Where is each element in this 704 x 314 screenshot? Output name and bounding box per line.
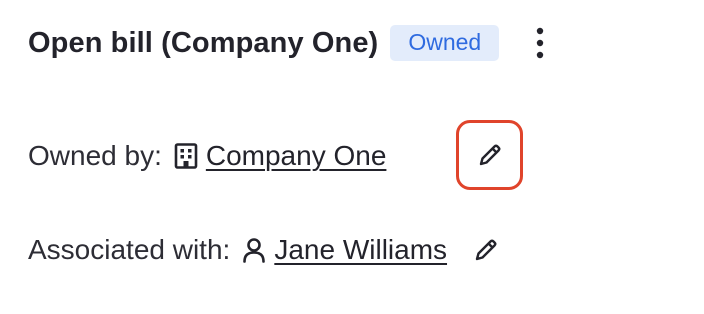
- associated-with-row: Associated with: Jane Williams: [28, 230, 503, 270]
- owned-by-row: Owned by: Company One: [28, 136, 386, 176]
- edit-association-button[interactable]: [469, 230, 503, 270]
- owner-link[interactable]: Company One: [206, 140, 387, 172]
- status-badge: Owned: [390, 25, 500, 61]
- building-icon: [174, 143, 198, 169]
- page-title: Open bill (Company One): [28, 26, 379, 59]
- edit-owner-button[interactable]: [456, 120, 523, 190]
- pencil-icon: [479, 144, 500, 166]
- page-header: Open bill (Company One) Owned: [28, 18, 555, 68]
- owned-by-label: Owned by:: [28, 140, 162, 171]
- associated-contact-link[interactable]: Jane Williams: [274, 234, 447, 266]
- user-icon: [242, 237, 266, 263]
- associated-with-label: Associated with:: [28, 234, 231, 265]
- kebab-menu-icon: [537, 27, 544, 59]
- pencil-icon: [475, 239, 497, 261]
- more-options-button[interactable]: [525, 23, 555, 63]
